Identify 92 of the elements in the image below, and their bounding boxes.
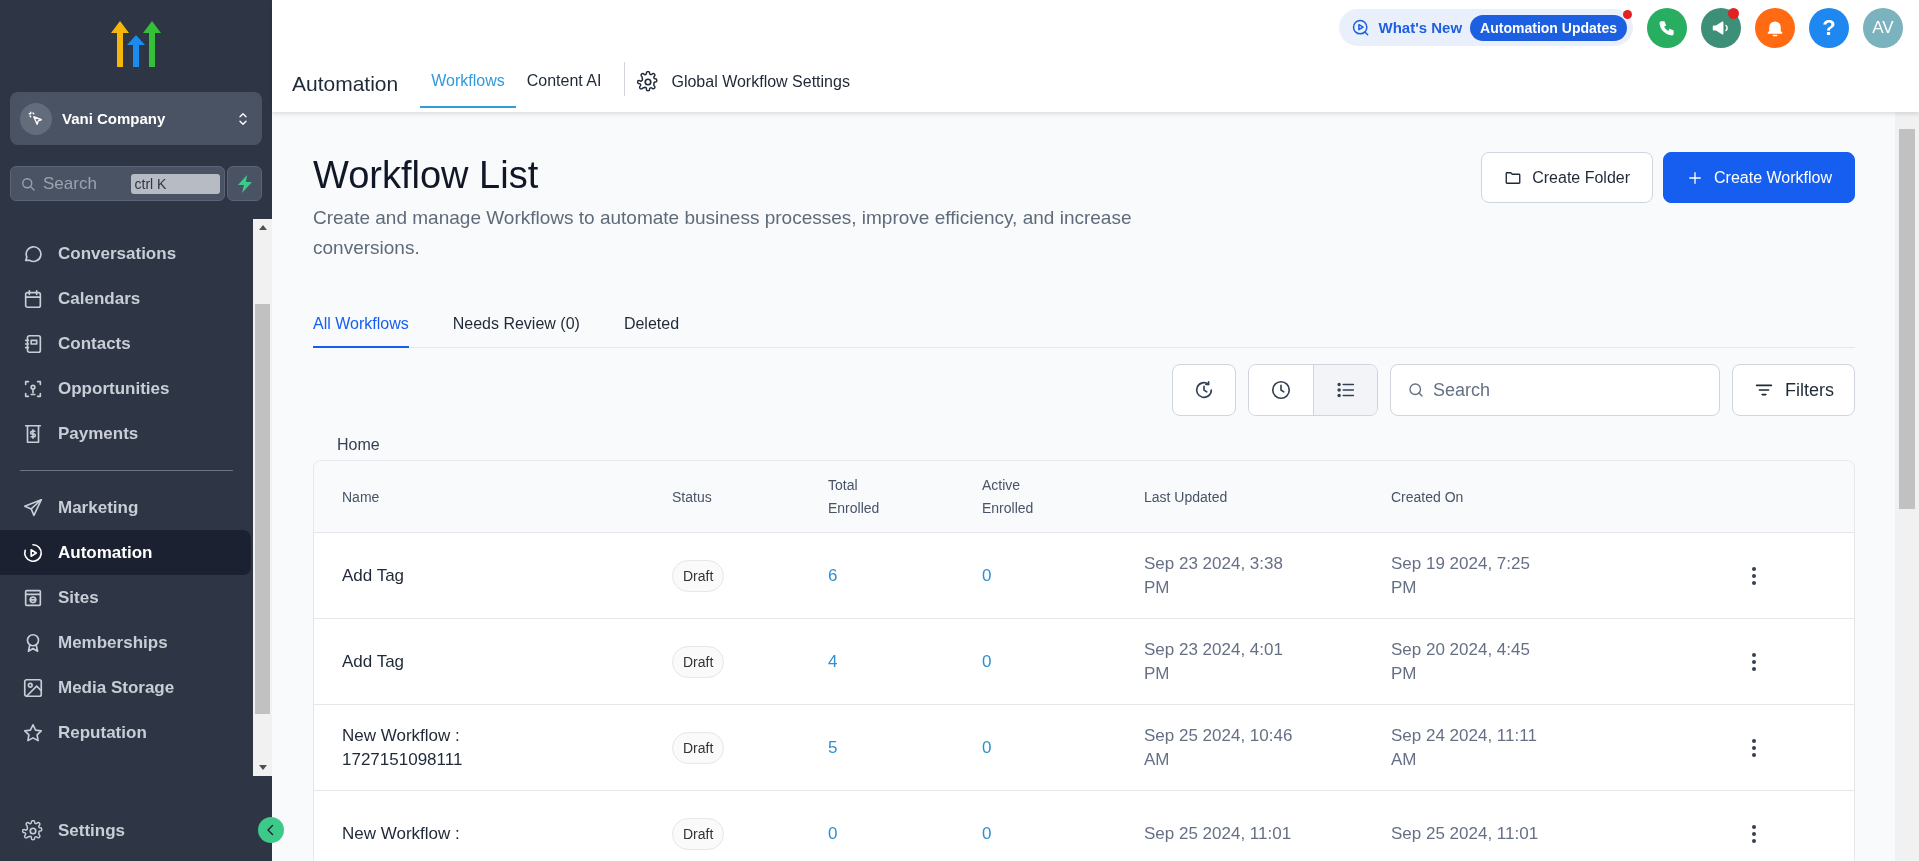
active-enrolled-count[interactable]: 0 [982,824,992,844]
created-on-date: Sep 19 2024, 7:25 PM [1391,553,1531,599]
table-row[interactable]: New Workflow : 1727151098111 Draft 5 0 Sep 25 2024, 10:46 AM Sep 24 2024, 11:11 AM [314,705,1854,791]
receipt-dollar-icon [22,422,44,445]
calendar-icon [22,287,44,310]
workflow-tab[interactable]: Deleted [623,315,680,348]
image-icon [22,676,44,699]
workflow-name: New Workflow : 1727151098111 [342,725,464,771]
last-updated-date: Sep 23 2024, 4:01 PM [1144,639,1284,685]
sidebar-item[interactable]: Reputation [0,710,251,755]
create-folder-button[interactable]: Create Folder [1481,152,1654,203]
company-switcher[interactable]: Vani Company [10,92,262,145]
clock-view-button[interactable] [1249,365,1313,415]
status-badge: Draft [672,732,725,764]
last-updated-date: Sep 23 2024, 3:38 PM [1144,553,1284,599]
created-on-date: Sep 25 2024, 11:01 [1391,823,1540,845]
notification-dot [1623,9,1632,19]
gear-icon [22,819,44,842]
search-field[interactable]: Search [1390,364,1720,416]
workflow-tab[interactable]: Needs Review (0) [452,315,580,348]
page-description: Create and manage Workflows to automate business processes, improve efficiency, and increase conversions. [313,206,1133,260]
sidebar-item[interactable]: Marketing [0,485,251,530]
create-workflow-button[interactable]: Create Workflow [1663,152,1855,203]
keyboard-shortcut: ctrl K [130,173,220,194]
table-row[interactable]: Add Tag Draft 4 0 Sep 23 2024, 4:01 PM Sep 20 2024, 4:45 PM [314,619,1854,705]
table-row[interactable]: Add Tag Draft 6 0 Sep 23 2024, 3:38 PM Sep 19 2024, 7:25 PM [314,533,1854,619]
total-enrolled-count[interactable]: 5 [828,738,838,758]
sidebar-item[interactable]: Automation [0,530,251,575]
scrollbar[interactable] [253,219,272,776]
total-enrolled-count[interactable]: 4 [828,652,838,672]
sidebar-item[interactable]: Media Storage [0,665,251,710]
address-book-icon [22,332,44,355]
sidebar-item[interactable]: Memberships [0,620,251,665]
sidebar-item[interactable]: Opportunities [0,366,251,411]
created-on-date: Sep 24 2024, 11:11 AM [1391,725,1538,771]
column-header: Name [342,487,380,507]
last-updated-date: Sep 25 2024, 11:01 [1144,823,1293,845]
sidebar-item[interactable]: Conversations [0,231,251,276]
search-field[interactable]: Search ctrl K [10,166,225,201]
play-circle-icon [1350,17,1371,38]
active-enrolled-count[interactable]: 0 [982,652,992,672]
status-badge: Draft [672,818,725,850]
created-on-date: Sep 20 2024, 4:45 PM [1391,639,1531,685]
notifications-button[interactable] [1755,7,1795,48]
search-icon [1407,381,1425,399]
workflow-name: Add Tag [342,651,406,673]
page-section-title: Automation [292,70,399,97]
breadcrumb[interactable]: Home [337,436,1855,454]
help-button[interactable]: ? [1809,7,1849,48]
active-enrolled-count[interactable]: 0 [982,738,992,758]
page-title: Workflow List [313,154,540,197]
scrollbar[interactable] [1895,112,1919,861]
announcements-button[interactable] [1701,7,1741,48]
history-button[interactable] [1172,364,1236,416]
column-header: Active Enrolled [982,476,1035,518]
whats-new-button[interactable]: What's New Automation Updates [1338,9,1633,46]
column-header: Created On [1391,487,1464,507]
star-icon [22,721,44,744]
workflow-name: New Workflow : [342,823,461,845]
history-icon [1193,379,1215,401]
filters-button[interactable]: Filters [1732,364,1855,416]
sidebar-item[interactable]: Calendars [0,276,251,321]
column-header: Total Enrolled [828,476,881,518]
call-button[interactable] [1647,7,1687,48]
global-settings-link[interactable]: Global Workflow Settings [637,55,850,108]
total-enrolled-count[interactable]: 6 [828,566,838,586]
sidebar-item[interactable]: Settings [0,808,146,853]
updates-badge[interactable]: Automation Updates [1470,14,1627,41]
cursor-icon [27,109,45,128]
column-header: Status [672,487,713,507]
lightning-icon [237,174,252,193]
workflow-tab[interactable]: All Workflows [313,315,409,348]
paper-plane-icon [22,496,44,519]
clock-icon [1270,379,1292,401]
quick-action-button[interactable] [227,166,262,201]
table-row[interactable]: New Workflow : Draft 0 0 Sep 25 2024, 11:01 Sep 25 2024, 11:01 [314,791,1854,861]
list-view-button[interactable] [1313,365,1377,415]
status-badge: Draft [672,560,725,592]
sidebar-item[interactable]: Sites [0,575,251,620]
workflow-name: Add Tag [342,565,406,587]
collapse-sidebar-button[interactable] [258,817,284,843]
logo-arrows-icon [109,19,163,69]
last-updated-date: Sep 25 2024, 10:46 AM [1144,725,1294,771]
column-header: Last Updated [1144,487,1228,507]
play-circle-icon [22,541,44,564]
total-enrolled-count[interactable]: 0 [828,824,838,844]
active-enrolled-count[interactable]: 0 [982,566,992,586]
gear-icon [637,70,660,93]
sidebar-item[interactable]: Payments [0,411,251,456]
status-badge: Draft [672,646,725,678]
sidebar-item[interactable]: Contacts [0,321,251,366]
header-tab[interactable]: Content AI [515,55,613,108]
